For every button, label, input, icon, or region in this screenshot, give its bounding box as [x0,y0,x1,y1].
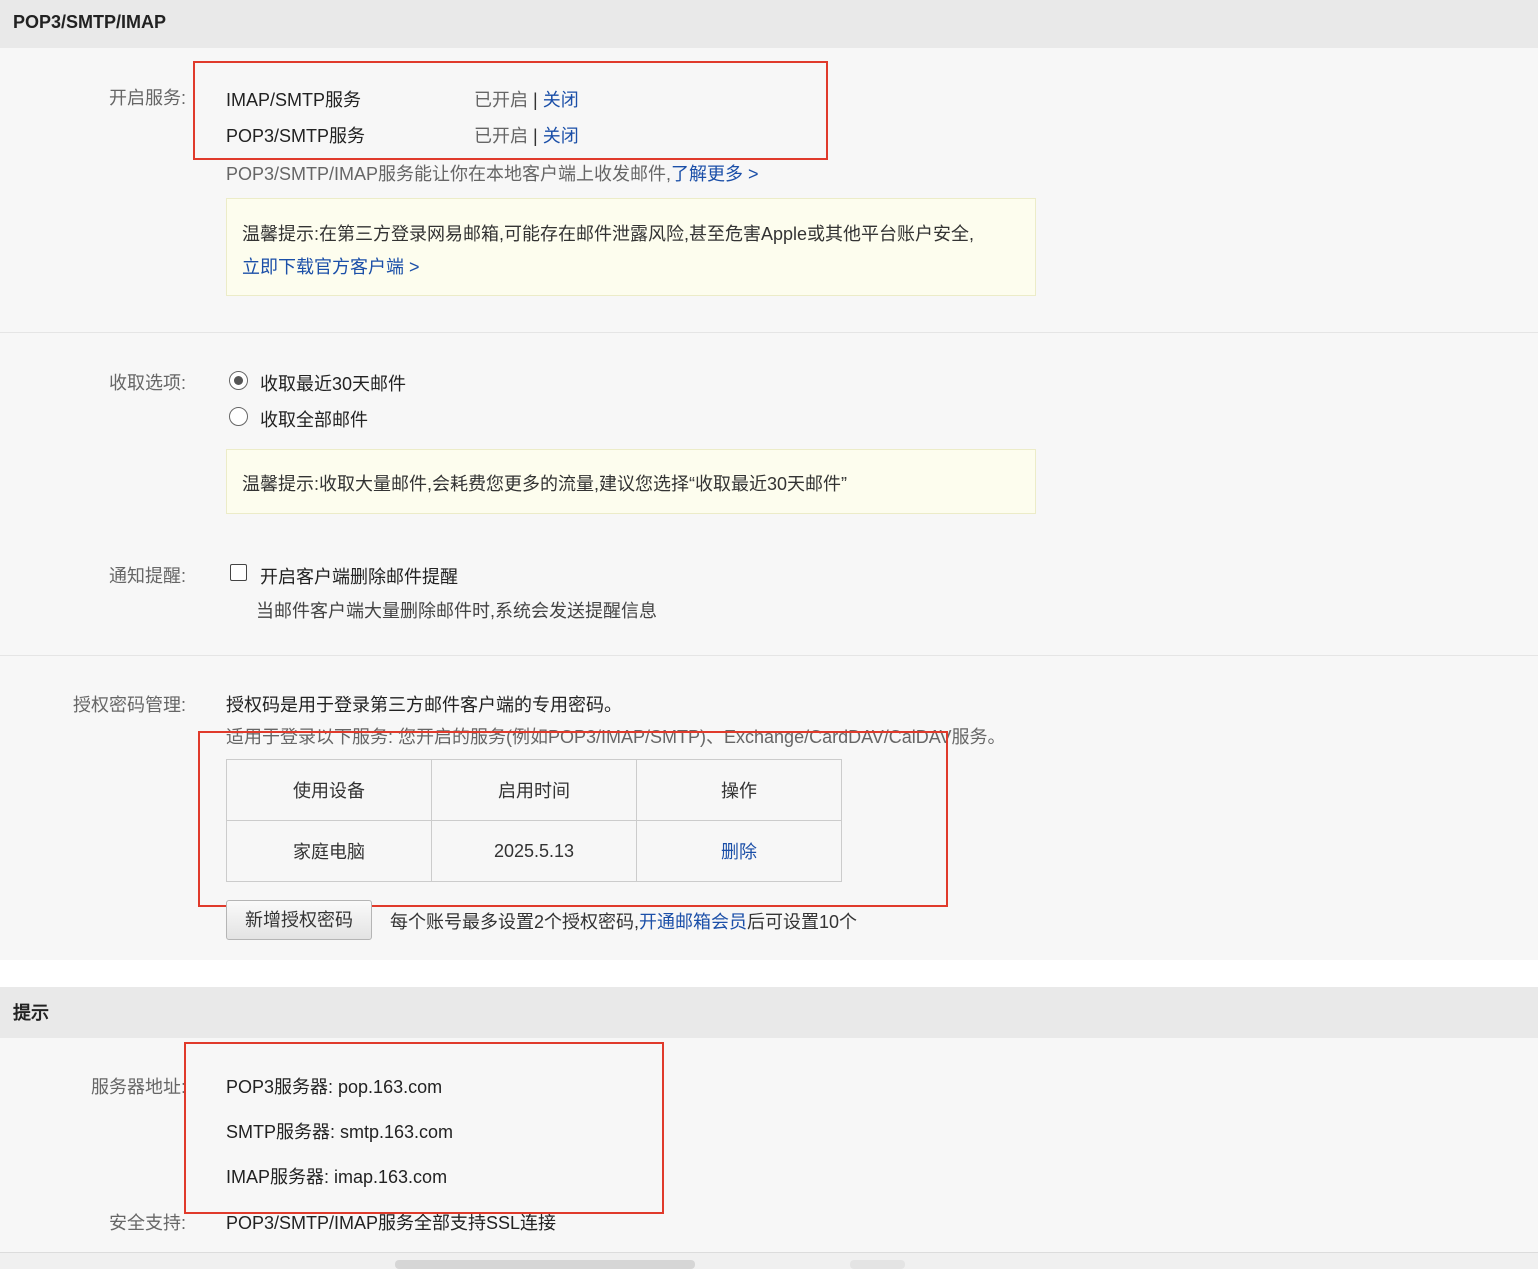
table-cell-date: 2025.5.13 [431,820,637,882]
service-name-imap: IMAP/SMTP服务 [226,90,362,110]
service-status-text: 已开启 [474,90,528,110]
fetch-label: 收取选项: [108,373,186,393]
pop3-server: POP3服务器: pop.163.com [226,1077,443,1097]
service-status-pop3: 已开启 | 关闭 [474,122,579,148]
download-client-link[interactable]: 立即下载官方客户端 > [242,253,420,279]
auth-limit-note: 每个账号最多设置2个授权密码,开通邮箱会员后可设置10个 [390,908,857,934]
section-gap [0,960,1538,987]
table-header-row: 使用设备 启用时间 操作 [226,759,842,821]
table-header-date: 启用时间 [431,759,637,821]
divider [0,655,1538,656]
security-label: 安全支持: [108,1213,186,1233]
upgrade-member-link[interactable]: 开通邮箱会员 [639,912,747,932]
notify-checkbox[interactable] [230,564,247,581]
scrollbar-thumb[interactable] [395,1260,695,1269]
service-status-imap: 已开启 | 关闭 [474,86,579,112]
auth-label: 授权密码管理: [72,695,186,715]
separator: | [533,126,538,146]
server-address-label: 服务器地址: [90,1077,186,1097]
close-imap-link[interactable]: 关闭 [543,90,579,110]
notify-checkbox-label[interactable]: 开启客户端删除邮件提醒 [260,563,458,589]
warning-traffic-text: 温馨提示:收取大量邮件,会耗费您更多的流量,建议您选择“收取最近30天邮件” [242,474,848,494]
imap-server: IMAP服务器: imap.163.com [226,1167,448,1187]
table-header-action: 操作 [636,759,842,821]
scrollbar-thumb[interactable] [850,1260,905,1269]
section-title: 提示 [13,1003,49,1023]
limit-text-after: 后可设置10个 [747,912,858,932]
notify-label: 通知提醒: [108,566,186,586]
radio-label-recent[interactable]: 收取最近30天邮件 [260,370,406,396]
auth-description: 授权码是用于登录第三方邮件客户端的专用密码。 [226,695,622,715]
table-header-device: 使用设备 [226,759,432,821]
section-title: POP3/SMTP/IMAP [13,12,167,32]
horizontal-scrollbar[interactable] [0,1252,1538,1269]
auth-scope-description: 适用于登录以下服务: 您开启的服务(例如POP3/IMAP/SMTP)、Exch… [226,727,1006,747]
service-status-text: 已开启 [474,126,528,146]
radio-label-all[interactable]: 收取全部邮件 [260,406,368,432]
notify-description: 当邮件客户端大量删除邮件时,系统会发送提醒信息 [256,601,657,621]
add-auth-code-button[interactable]: 新增授权密码 [226,900,372,940]
warning-security-text: 温馨提示:在第三方登录网易邮箱,可能存在邮件泄露风险,甚至危害Apple或其他平… [242,224,975,244]
warning-box-security: 温馨提示:在第三方登录网易邮箱,可能存在邮件泄露风险,甚至危害Apple或其他平… [226,198,1036,296]
security-text: POP3/SMTP/IMAP服务全部支持SSL连接 [226,1213,557,1233]
limit-text-before: 每个账号最多设置2个授权密码, [390,912,640,932]
learn-more-link[interactable]: 了解更多 > [671,164,759,184]
table-row: 家庭电脑 2025.5.13 删除 [226,820,842,882]
section-header-tips: 提示 [0,987,1538,1038]
delete-auth-link[interactable]: 删除 [721,842,757,862]
section-header-pop3: POP3/SMTP/IMAP [0,0,1538,48]
service-name-pop3: POP3/SMTP服务 [226,126,366,146]
service-description: POP3/SMTP/IMAP服务能让你在本地客户端上收发邮件,了解更多 > [226,160,759,186]
service-description-text: POP3/SMTP/IMAP服务能让你在本地客户端上收发邮件, [226,164,672,184]
table-cell-device: 家庭电脑 [226,820,432,882]
separator: | [533,90,538,110]
divider [0,332,1538,333]
radio-recent-30-days[interactable] [229,371,248,390]
warning-box-traffic: 温馨提示:收取大量邮件,会耗费您更多的流量,建议您选择“收取最近30天邮件” [226,449,1036,514]
service-label: 开启服务: [108,88,186,108]
smtp-server: SMTP服务器: smtp.163.com [226,1122,454,1142]
close-pop3-link[interactable]: 关闭 [543,126,579,146]
radio-all-mail[interactable] [229,407,248,426]
auth-code-table: 使用设备 启用时间 操作 家庭电脑 2025.5.13 删除 [226,759,842,882]
table-cell-action: 删除 [636,820,842,882]
